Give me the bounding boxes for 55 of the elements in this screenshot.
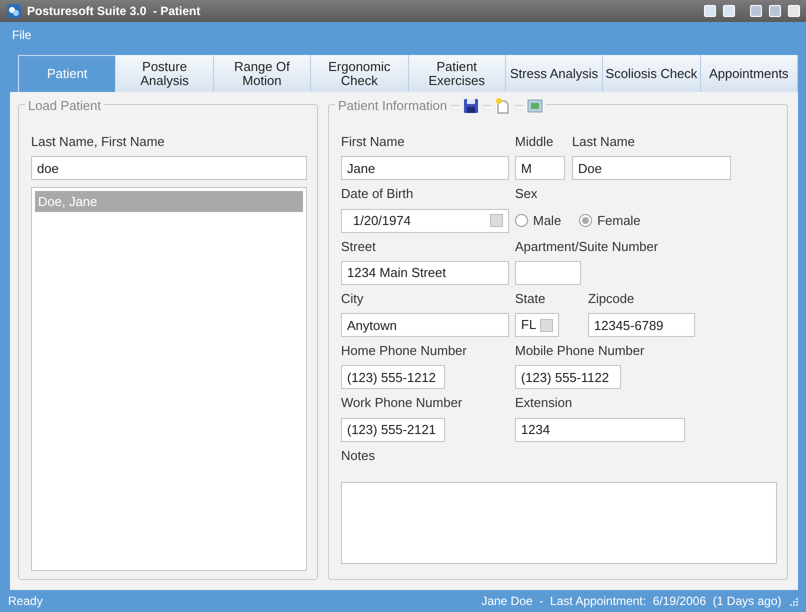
minimize-button[interactable]: [750, 5, 762, 17]
field-label: Last Name, First Name: [31, 133, 166, 151]
text-field[interactable]: [515, 260, 581, 285]
field-label: City: [341, 290, 364, 308]
tab[interactable]: Stress Analysis: [506, 55, 604, 92]
text-field[interactable]: Jane: [341, 156, 509, 180]
field-label: State: [515, 290, 546, 308]
group-title: Patient Information: [338, 97, 448, 115]
tab[interactable]: Appointments: [700, 55, 798, 92]
text-field[interactable]: M: [515, 156, 565, 180]
tab[interactable]: Range Of Motion: [214, 55, 312, 92]
text-field[interactable]: (123) 555-1212: [341, 365, 445, 390]
text-field[interactable]: 1234: [515, 418, 685, 442]
status-text: Jane Doe - Last Appointment: 6/19/2006 (1 Days ago): [481, 593, 782, 610]
tab[interactable]: Scoliosis Check: [603, 55, 701, 92]
text-field[interactable]: Anytown: [341, 313, 509, 337]
window-icon[interactable]: [723, 5, 735, 17]
notes-field[interactable]: [341, 482, 777, 564]
text-field[interactable]: 1234 Main Street: [341, 260, 509, 285]
size-grip-icon[interactable]: [788, 596, 798, 606]
field-label: Mobile Phone Number: [515, 342, 646, 360]
tab[interactable]: Ergonomic Check: [311, 55, 408, 92]
text-field[interactable]: (123) 555-1122: [515, 365, 621, 390]
field-label: Notes: [341, 446, 376, 464]
image-icon[interactable]: [527, 98, 544, 114]
field-label: Extension: [515, 394, 574, 412]
date-picker[interactable]: 1/20/1974: [341, 208, 509, 232]
field-label: Date of Birth: [341, 185, 414, 204]
field-label: Last Name: [572, 133, 636, 151]
field-label: Zipcode: [588, 290, 636, 308]
save-icon[interactable]: [463, 98, 480, 114]
toolbar-icon[interactable]: [704, 5, 716, 17]
field-label: Middle: [515, 133, 554, 151]
field-label: Apartment/Suite Number: [515, 238, 660, 256]
radio-button[interactable]: Female: [579, 210, 641, 230]
search-field[interactable]: doe: [31, 156, 307, 180]
window-title: Posturesoft Suite 3.0 - Patient: [27, 3, 202, 20]
text-field[interactable]: (123) 555-2121: [341, 418, 445, 442]
field-label: First Name: [341, 133, 406, 151]
field-label: Home Phone Number: [341, 342, 468, 360]
status-text: Ready: [8, 593, 43, 610]
radio-button[interactable]: Male: [515, 210, 562, 230]
text-field[interactable]: Doe: [572, 156, 731, 180]
field-label: Street: [341, 238, 377, 256]
field-label: Sex: [515, 185, 538, 204]
close-button[interactable]: [788, 5, 800, 17]
group-title: Load Patient: [28, 97, 102, 115]
maximize-button[interactable]: [769, 5, 781, 17]
new-document-icon[interactable]: [495, 98, 512, 114]
app-icon: [6, 3, 22, 19]
field-label: Work Phone Number: [341, 394, 464, 412]
text-field[interactable]: 12345-6789: [588, 313, 695, 337]
tab[interactable]: Posture Analysis: [116, 55, 214, 92]
state-dropdown[interactable]: FL: [515, 313, 559, 337]
tab[interactable]: Patient Exercises: [408, 55, 506, 92]
